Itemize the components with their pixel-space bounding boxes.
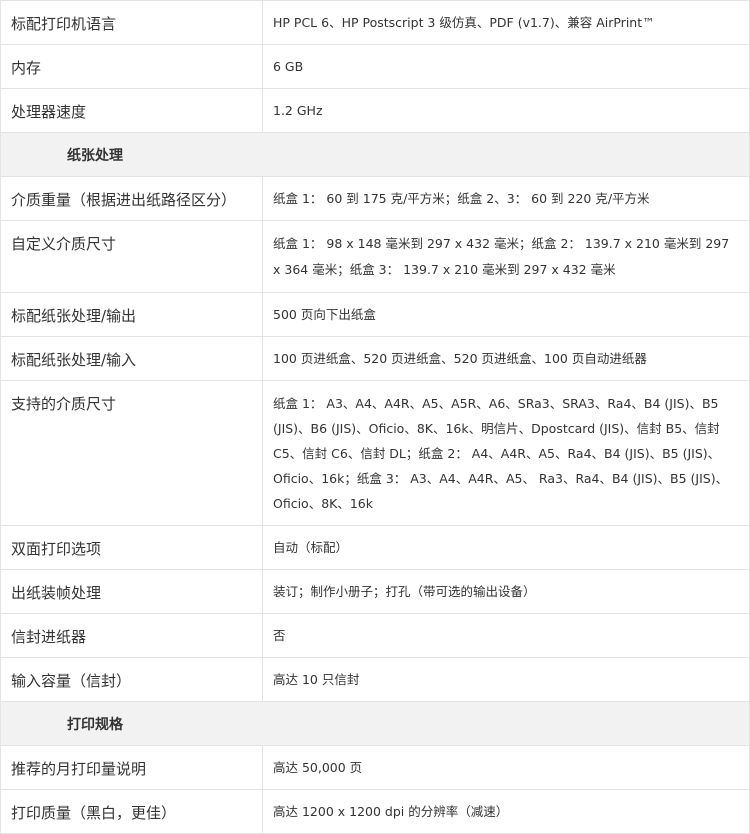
spec-row-paper-output: 标配纸张处理/输出 500 页向下出纸盒 (0, 292, 750, 337)
spec-value: 1.2 GHz (262, 88, 750, 133)
spec-value: 高达 10 只信封 (262, 657, 750, 702)
spec-row-duplex: 双面打印选项 自动（标配） (0, 525, 750, 570)
spec-value: 高达 50,000 页 (262, 745, 750, 790)
spec-row-printer-language: 标配打印机语言 HP PCL 6、HP Postscript 3 级仿真、PDF… (0, 0, 750, 45)
spec-label: 处理器速度 (0, 88, 263, 133)
spec-value: 6 GB (262, 44, 750, 89)
section-title: 纸张处理 (0, 132, 750, 177)
spec-row-paper-input: 标配纸张处理/输入 100 页进纸盒、520 页进纸盒、520 页进纸盒、100… (0, 336, 750, 381)
spec-value: 纸盒 1： A3、A4、A4R、A5、A5R、A6、SRa3、SRA3、Ra4、… (262, 380, 750, 526)
spec-label: 输入容量（信封） (0, 657, 263, 702)
spec-value: 自动（标配） (262, 525, 750, 570)
spec-label: 标配纸张处理/输出 (0, 292, 263, 337)
spec-row-envelope-feeder: 信封进纸器 否 (0, 613, 750, 658)
spec-label: 支持的介质尺寸 (0, 380, 263, 526)
spec-table: 标配打印机语言 HP PCL 6、HP Postscript 3 级仿真、PDF… (0, 0, 750, 834)
spec-row-processor: 处理器速度 1.2 GHz (0, 88, 750, 133)
spec-row-memory: 内存 6 GB (0, 44, 750, 89)
spec-label: 内存 (0, 44, 263, 89)
spec-label: 双面打印选项 (0, 525, 263, 570)
spec-value: HP PCL 6、HP Postscript 3 级仿真、PDF (v1.7)、… (262, 0, 750, 45)
spec-value: 100 页进纸盒、520 页进纸盒、520 页进纸盒、100 页自动进纸器 (262, 336, 750, 381)
spec-row-monthly-volume: 推荐的月打印量说明 高达 50,000 页 (0, 745, 750, 790)
spec-label: 标配打印机语言 (0, 0, 263, 45)
section-header-print-specs: 打印规格 (0, 701, 750, 746)
spec-value: 否 (262, 613, 750, 658)
spec-value: 纸盒 1： 98 x 148 毫米到 297 x 432 毫米；纸盒 2： 13… (262, 220, 750, 293)
spec-label: 自定义介质尺寸 (0, 220, 263, 293)
spec-label: 信封进纸器 (0, 613, 263, 658)
spec-label: 推荐的月打印量说明 (0, 745, 263, 790)
spec-row-supported-media-sizes: 支持的介质尺寸 纸盒 1： A3、A4、A4R、A5、A5R、A6、SRa3、S… (0, 380, 750, 526)
spec-value: 500 页向下出纸盒 (262, 292, 750, 337)
section-title: 打印规格 (0, 701, 750, 746)
section-header-paper-handling: 纸张处理 (0, 132, 750, 177)
spec-value: 纸盒 1： 60 到 175 克/平方米；纸盒 2、3： 60 到 220 克/… (262, 176, 750, 221)
spec-row-custom-media-size: 自定义介质尺寸 纸盒 1： 98 x 148 毫米到 297 x 432 毫米；… (0, 220, 750, 293)
spec-label: 出纸装帧处理 (0, 569, 263, 614)
spec-value: 装订；制作小册子；打孔（带可选的输出设备） (262, 569, 750, 614)
spec-label: 介质重量（根据进出纸路径区分） (0, 176, 263, 221)
spec-row-finishing: 出纸装帧处理 装订；制作小册子；打孔（带可选的输出设备） (0, 569, 750, 614)
spec-row-envelope-capacity: 输入容量（信封） 高达 10 只信封 (0, 657, 750, 702)
spec-row-media-weight: 介质重量（根据进出纸路径区分） 纸盒 1： 60 到 175 克/平方米；纸盒 … (0, 176, 750, 221)
spec-label: 标配纸张处理/输入 (0, 336, 263, 381)
